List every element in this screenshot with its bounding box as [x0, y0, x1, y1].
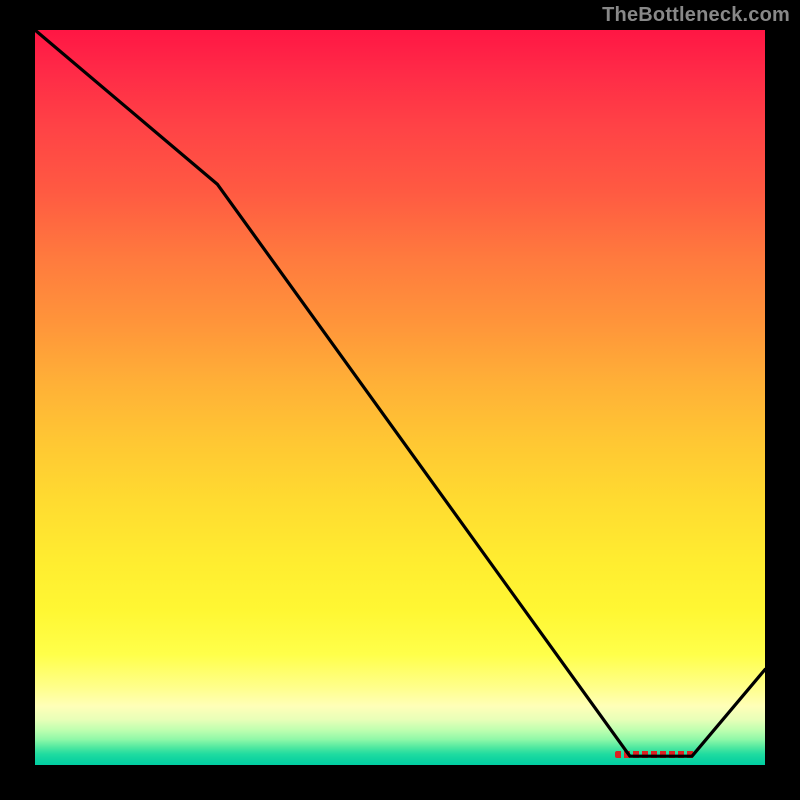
plot-area [35, 30, 765, 765]
chart-frame: TheBottleneck.com [0, 0, 800, 800]
curve-path [35, 30, 765, 756]
bottleneck-curve [35, 30, 765, 765]
watermark-text: TheBottleneck.com [602, 4, 790, 27]
